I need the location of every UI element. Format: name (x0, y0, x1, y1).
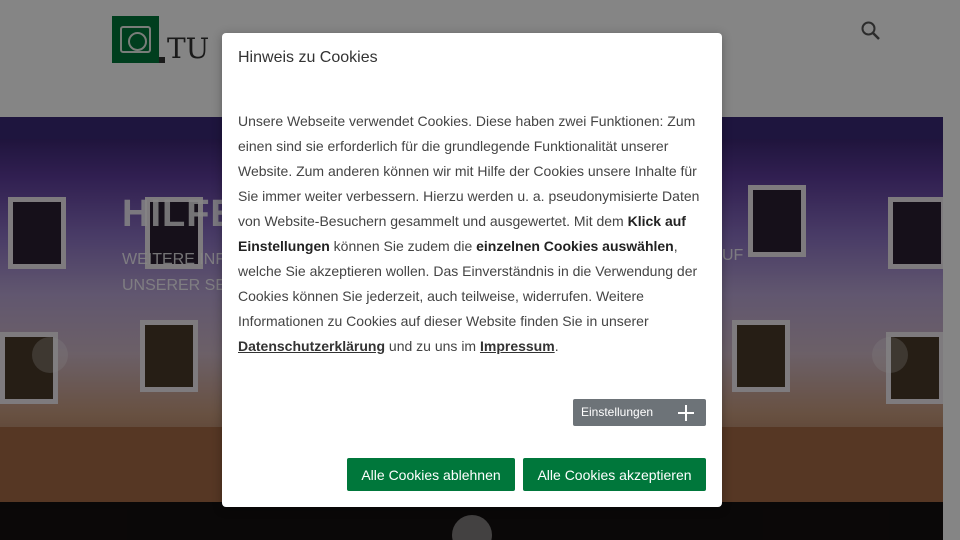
reject-all-cookies-button[interactable]: Alle Cookies ablehnen (347, 458, 515, 491)
plus-icon (678, 405, 694, 421)
cookie-text-5: . (554, 338, 559, 354)
accept-all-cookies-button[interactable]: Alle Cookies akzeptieren (523, 458, 706, 491)
cookie-dialog-text: Unsere Webseite verwendet Cookies. Diese… (238, 109, 708, 359)
cookie-settings-label: Einstellungen (581, 405, 654, 419)
cookie-dialog: Hinweis zu Cookies Unsere Webseite verwe… (222, 33, 722, 507)
cookie-text-bold-2: einzelnen Cookies auswählen (476, 238, 674, 254)
cookie-text-4: und zu uns im (385, 338, 480, 354)
cookie-dialog-title: Hinweis zu Cookies (238, 49, 378, 66)
imprint-link[interactable]: Impressum (480, 338, 555, 354)
cookie-text-1: Unsere Webseite verwendet Cookies. Diese… (238, 113, 700, 229)
privacy-policy-link[interactable]: Datenschutzerklärung (238, 338, 385, 354)
cookie-settings-button[interactable]: Einstellungen (573, 399, 706, 426)
cookie-text-2: können Sie zudem die (329, 238, 477, 254)
